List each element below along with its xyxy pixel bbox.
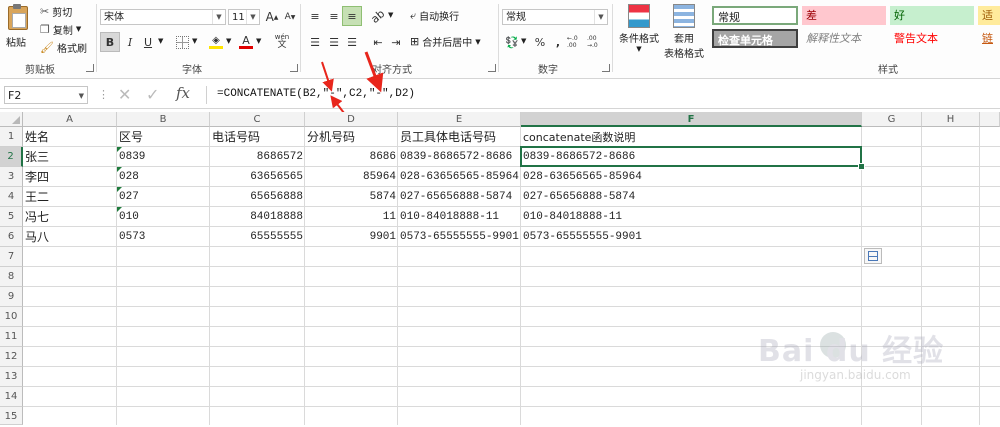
row-header[interactable]: 10 xyxy=(0,307,23,327)
row-header[interactable]: 5 xyxy=(0,207,23,227)
cell-D4[interactable]: 5874 xyxy=(305,187,398,206)
cell-A3[interactable]: 李四 xyxy=(23,167,117,186)
cell-B4[interactable]: 027 xyxy=(117,187,210,206)
row-header[interactable]: 7 xyxy=(0,247,23,267)
row-header[interactable]: 8 xyxy=(0,267,23,287)
column-header-blank xyxy=(980,112,1000,127)
gridline xyxy=(23,286,1000,287)
select-all-corner[interactable] xyxy=(0,112,23,127)
cell-D3[interactable]: 85964 xyxy=(305,167,398,186)
column-header-C[interactable]: C xyxy=(210,112,305,127)
column-header-A[interactable]: A xyxy=(23,112,117,127)
cell-E3[interactable]: 028-63656565-85964 xyxy=(398,167,521,186)
cell-B3[interactable]: 028 xyxy=(117,167,210,186)
cell-F4[interactable]: 027-65656888-5874 xyxy=(521,187,862,206)
row-header[interactable]: 13 xyxy=(0,367,23,387)
row-header[interactable]: 9 xyxy=(0,287,23,307)
gridline xyxy=(23,386,1000,387)
cell-C2[interactable]: 8686572 xyxy=(210,147,305,166)
column-header-B[interactable]: B xyxy=(117,112,210,127)
watermark-brand: Bai du 经验 xyxy=(758,334,945,369)
column-header-H[interactable]: H xyxy=(922,112,980,127)
cell-C3[interactable]: 63656565 xyxy=(210,167,305,186)
row-header[interactable]: 3 xyxy=(0,167,23,187)
watermark-logo: Bai du 经验 jingyan.baidu.com xyxy=(758,324,958,384)
cell-E2[interactable]: 0839-8686572-8686 xyxy=(398,147,521,166)
cell-B6[interactable]: 0573 xyxy=(117,227,210,246)
column-header-D[interactable]: D xyxy=(305,112,398,127)
cell-B2[interactable]: 0839 xyxy=(117,147,210,166)
gridline xyxy=(23,246,1000,247)
gridline xyxy=(979,127,980,425)
cell-A4[interactable]: 王二 xyxy=(23,187,117,206)
text-number-indicator-icon xyxy=(117,187,122,192)
cell-D5[interactable]: 11 xyxy=(305,207,398,226)
paste-options-button[interactable] xyxy=(864,248,882,264)
cell-E5[interactable]: 010-84018888-11 xyxy=(398,207,521,226)
cell-B5[interactable]: 010 xyxy=(117,207,210,226)
cell-D2[interactable]: 8686 xyxy=(305,147,398,166)
cell-B1[interactable]: 区号 xyxy=(117,127,210,146)
arrow-icon xyxy=(364,51,384,93)
row-header[interactable]: 6 xyxy=(0,227,23,247)
active-cell-border xyxy=(520,146,862,167)
cell-A2[interactable]: 张三 xyxy=(23,147,117,166)
cell-D6[interactable]: 9901 xyxy=(305,227,398,246)
paste-options-icon xyxy=(868,251,878,261)
cell-F3[interactable]: 028-63656565-85964 xyxy=(521,167,862,186)
gridline xyxy=(23,306,1000,307)
cell-A5[interactable]: 冯七 xyxy=(23,207,117,226)
row-header[interactable]: 1 xyxy=(0,127,23,147)
cell-A1[interactable]: 姓名 xyxy=(23,127,117,146)
row-header[interactable]: 2 xyxy=(0,147,23,167)
fill-handle[interactable] xyxy=(858,163,865,170)
gridline xyxy=(23,406,1000,407)
column-header-F[interactable]: F xyxy=(521,112,862,127)
spreadsheet-grid[interactable]: A B C D E F G H 1 2 3 4 5 6 7 8 9 10 11 … xyxy=(0,112,1000,425)
row-header[interactable]: 14 xyxy=(0,387,23,407)
cell-C6[interactable]: 65555555 xyxy=(210,227,305,246)
cell-A6[interactable]: 马八 xyxy=(23,227,117,246)
cell-D1[interactable]: 分机号码 xyxy=(305,127,398,146)
cell-E1[interactable]: 员工具体电话号码 xyxy=(398,127,521,146)
text-number-indicator-icon xyxy=(117,167,122,172)
watermark-url: jingyan.baidu.com xyxy=(800,368,911,382)
arrow-icon xyxy=(321,61,334,92)
row-header[interactable]: 11 xyxy=(0,327,23,347)
gridline xyxy=(23,266,1000,267)
column-header-G[interactable]: G xyxy=(862,112,922,127)
text-number-indicator-icon xyxy=(117,207,122,212)
row-header[interactable]: 4 xyxy=(0,187,23,207)
cell-F1[interactable]: concatenate函数说明 xyxy=(521,127,862,146)
text-number-indicator-icon xyxy=(117,147,122,152)
cell-E4[interactable]: 027-65656888-5874 xyxy=(398,187,521,206)
cell-C5[interactable]: 84018888 xyxy=(210,207,305,226)
column-header-E[interactable]: E xyxy=(398,112,521,127)
cell-C4[interactable]: 65656888 xyxy=(210,187,305,206)
cell-C1[interactable]: 电话号码 xyxy=(210,127,305,146)
cell-F6[interactable]: 0573-65555555-9901 xyxy=(521,227,862,246)
row-header[interactable]: 12 xyxy=(0,347,23,367)
cell-E6[interactable]: 0573-65555555-9901 xyxy=(398,227,521,246)
annotation-arrows xyxy=(321,51,384,114)
row-header[interactable]: 15 xyxy=(0,407,23,425)
cell-F5[interactable]: 010-84018888-11 xyxy=(521,207,862,226)
